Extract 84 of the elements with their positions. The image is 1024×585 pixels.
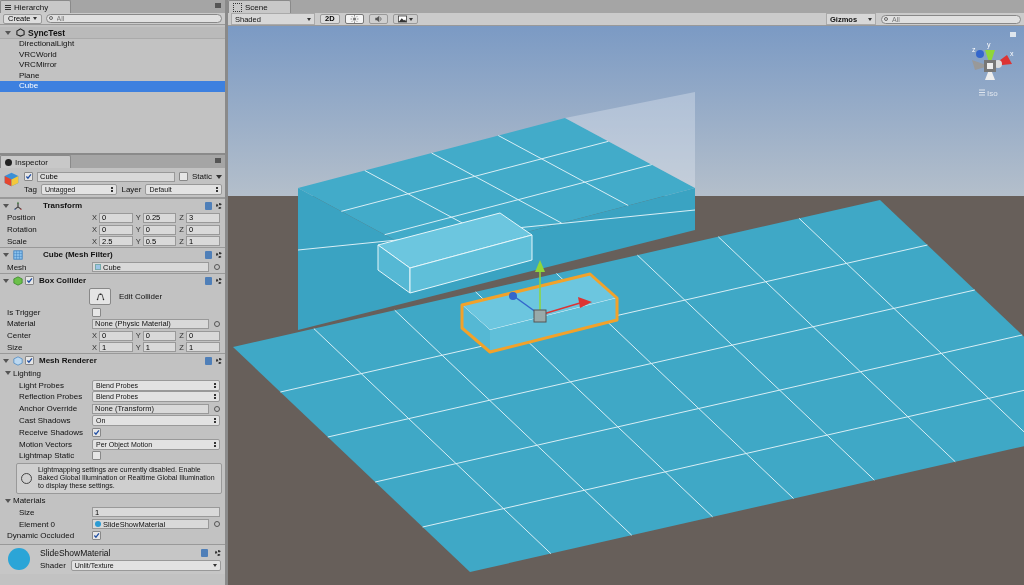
- checkbox[interactable]: [92, 427, 101, 437]
- list-icon: [5, 4, 11, 10]
- field-label: Material: [6, 319, 37, 329]
- speaker-icon: [373, 15, 383, 23]
- settings-icon[interactable]: [216, 277, 222, 284]
- hierarchy-item[interactable]: VRCWorld: [0, 49, 225, 60]
- expand-arrow-icon[interactable]: [3, 358, 9, 363]
- field-label: Element 0: [18, 519, 57, 529]
- expand-arrow-icon[interactable]: [3, 203, 9, 208]
- field-label: Is Trigger: [6, 307, 42, 317]
- scene-row[interactable]: SyncTest: [0, 27, 225, 39]
- lines-icon: [978, 89, 986, 96]
- expand-arrow-icon[interactable]: [3, 278, 9, 283]
- hierarchy-item[interactable]: Cube: [0, 81, 225, 92]
- grid-icon: [233, 2, 242, 12]
- inspector-tab[interactable]: Inspector: [0, 155, 71, 168]
- component-title: Cube (Mesh Filter): [42, 250, 114, 260]
- hierarchy-item[interactable]: DirectionalLight: [0, 39, 225, 50]
- expand-arrow-icon: [5, 30, 11, 35]
- component-title: Transform: [42, 201, 84, 210]
- effects-toggle[interactable]: [392, 14, 418, 24]
- field-label: Rotation: [6, 225, 38, 235]
- component-title: Mesh Renderer: [38, 356, 98, 366]
- field-label: Cast Shadows: [18, 415, 72, 425]
- orientation-gizmo: [972, 50, 1012, 80]
- field-label: Receive Shadows: [18, 427, 85, 437]
- view-mode-label: Iso: [987, 89, 998, 98]
- static-label: Static: [192, 172, 212, 181]
- expand-arrow-icon[interactable]: [5, 498, 11, 503]
- image-icon: [397, 15, 407, 23]
- field-label: Reflection Probes: [18, 392, 84, 402]
- sun-icon: [349, 15, 359, 23]
- checkbox[interactable]: [92, 451, 101, 461]
- field-label: Size: [18, 507, 36, 517]
- field-label: Dynamic Occluded: [6, 531, 76, 541]
- field-label: Position: [6, 213, 37, 223]
- active-checkbox[interactable]: [24, 172, 33, 181]
- field-label: Mesh: [6, 262, 28, 272]
- section-label: Materials: [13, 496, 46, 506]
- settings-icon[interactable]: [215, 549, 221, 556]
- edit-collider-button[interactable]: [89, 288, 111, 306]
- field-label: Anchor Override: [18, 404, 79, 414]
- tag-label: Tag: [24, 185, 37, 194]
- field-label: Light Probes: [18, 380, 65, 390]
- material-name: SlideShowMaterial: [40, 547, 112, 558]
- enable-checkbox[interactable]: [25, 276, 34, 286]
- caret-icon[interactable]: [216, 174, 222, 179]
- field-label: Center: [6, 331, 32, 341]
- edit-collider-label: Edit Collider: [119, 292, 163, 302]
- shader-label: Shader: [40, 561, 66, 571]
- grid-icon: [95, 264, 101, 271]
- settings-icon[interactable]: [216, 202, 222, 209]
- help-icon[interactable]: [201, 548, 208, 557]
- layer-label: Layer: [121, 185, 142, 194]
- hierarchy-tab[interactable]: Hierarchy: [0, 0, 72, 13]
- edit-collider-icon: [94, 292, 106, 302]
- scene-tab[interactable]: Scene: [228, 0, 291, 13]
- hierarchy-item[interactable]: Plane: [0, 70, 225, 81]
- field-label: Lightmap Static: [18, 451, 76, 461]
- info-icon: [5, 158, 12, 166]
- mesh-renderer-icon: [13, 355, 23, 366]
- axes-icon: [13, 200, 23, 211]
- lighting-toggle[interactable]: [344, 14, 364, 24]
- grid-icon: [13, 249, 23, 260]
- settings-icon[interactable]: [216, 357, 222, 364]
- audio-toggle[interactable]: [368, 14, 388, 24]
- expand-arrow-icon[interactable]: [3, 252, 9, 257]
- field-label: Motion Vectors: [18, 439, 73, 449]
- section-label: Lighting: [13, 368, 42, 378]
- field-label: Scale: [6, 237, 28, 246]
- field-label: Size: [6, 342, 24, 352]
- component-title: Box Collider: [38, 276, 88, 286]
- enable-checkbox[interactable]: [25, 356, 34, 366]
- unity-icon: [16, 28, 25, 37]
- expand-arrow-icon[interactable]: [5, 371, 11, 376]
- sphere-icon: [8, 547, 30, 570]
- settings-icon[interactable]: [216, 251, 222, 258]
- cube-icon: [3, 171, 20, 188]
- checkbox[interactable]: [92, 307, 101, 317]
- hierarchy-item[interactable]: VRCMirror: [0, 60, 225, 71]
- box-icon: [13, 275, 23, 286]
- checkbox[interactable]: [92, 531, 101, 541]
- sphere-icon: [95, 521, 101, 528]
- static-checkbox[interactable]: [179, 172, 188, 181]
